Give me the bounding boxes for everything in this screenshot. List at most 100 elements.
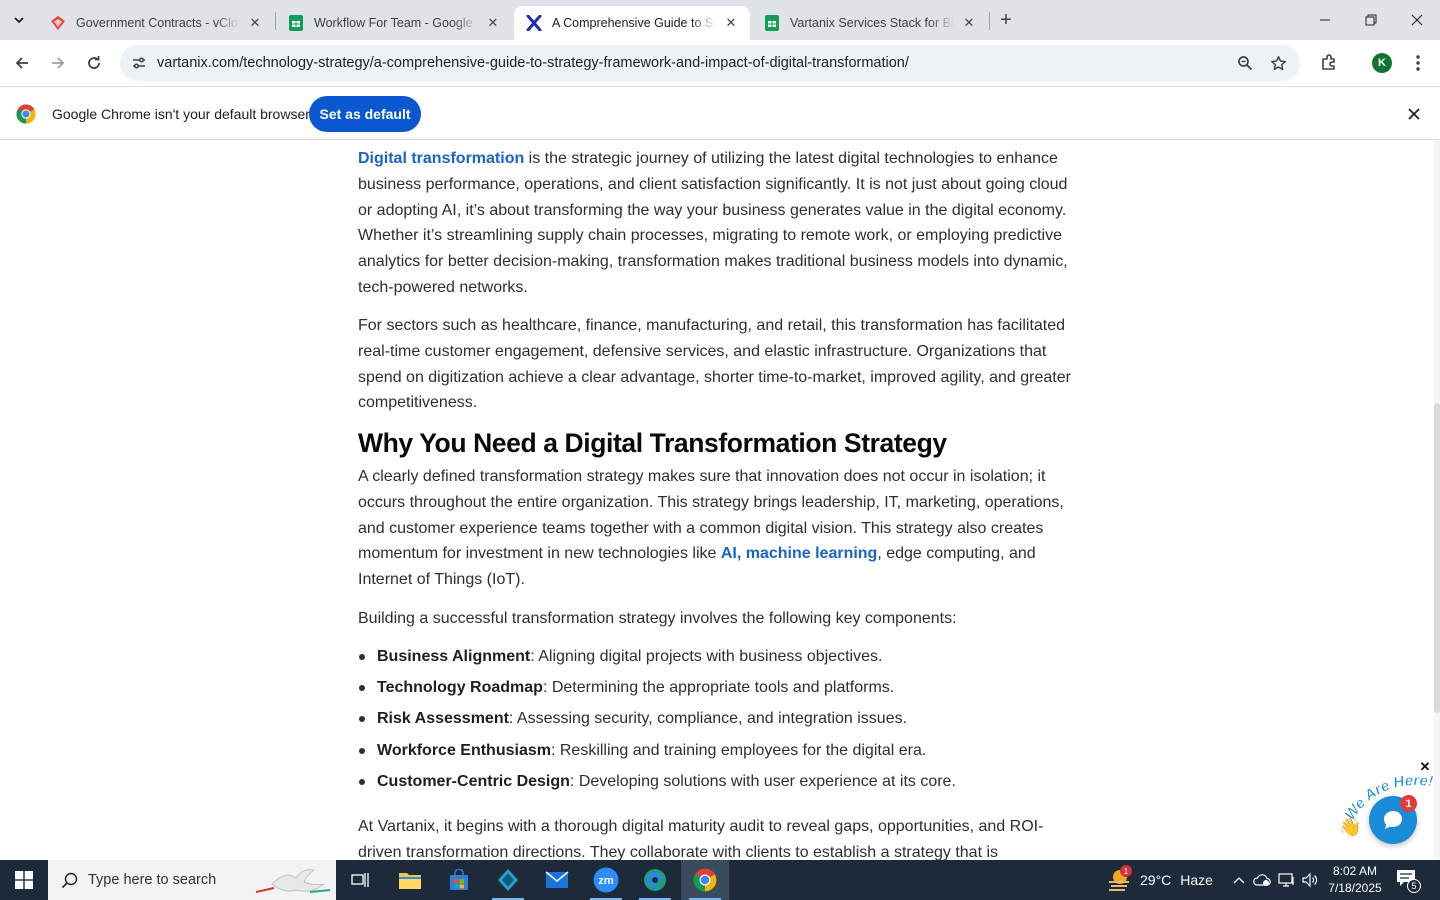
reload-button[interactable] (80, 49, 108, 77)
tab-title: Workflow For Team - Google Sheets (314, 16, 478, 30)
arrow-right-icon (52, 57, 65, 69)
tab-title: Government Contracts - vCloud (76, 16, 240, 30)
start-button[interactable] (0, 860, 48, 900)
components-intro: Building a successful transformation str… (358, 610, 957, 627)
component-term: Customer-Centric Design (377, 772, 570, 790)
search-icon (59, 870, 79, 890)
vcloud-diamond-icon (50, 15, 66, 31)
plus-icon: + (1000, 8, 1012, 31)
restore-button[interactable] (1348, 0, 1394, 40)
component-term: Risk Assessment (377, 710, 509, 728)
page-scrollbar-thumb[interactable] (1434, 403, 1440, 713)
waving-hand-icon: 👋 (1339, 817, 1362, 837)
component-desc: : Aligning digital projects with busines… (530, 648, 883, 665)
back-button[interactable] (8, 49, 36, 77)
intro-paragraph: Digital transformation is the strategic … (358, 146, 1083, 301)
new-tab-button[interactable]: + (994, 8, 1018, 32)
weather-temp: 29°C (1140, 872, 1172, 888)
taskbar-search-box[interactable]: Type here to search (48, 860, 336, 900)
weather-haze-icon: 1 (1106, 865, 1132, 893)
taskbar-zoom[interactable]: zm (582, 860, 630, 900)
weather-condition: Haze (1180, 872, 1213, 888)
svg-text:zm: zm (598, 875, 614, 887)
show-hidden-icons-chevron-up-icon[interactable] (1229, 870, 1249, 890)
browser-toolbar: vartanix.com/technology-strategy/a-compr… (0, 40, 1440, 86)
list-item: Risk Assessment: Assessing security, com… (358, 706, 1083, 737)
tab-comprehensive-guide[interactable]: A Comprehensive Guide to Strategy ✕ (514, 6, 750, 40)
ai-link[interactable]: AI (721, 545, 737, 562)
tab-search-button[interactable] (6, 7, 32, 33)
zoom-app-icon: zm (593, 867, 619, 893)
url-text: vartanix.com/technology-strategy/a-compr… (157, 55, 909, 71)
intro-text: is the strategic journey of utilizing th… (358, 150, 1068, 296)
sectors-paragraph: For sectors such as healthcare, finance,… (358, 317, 1071, 412)
page-scrollbar-track[interactable] (1434, 141, 1440, 860)
taskbar-app-kite[interactable] (484, 860, 532, 900)
restore-icon (1365, 14, 1377, 26)
onedrive-cloud-icon[interactable] (1252, 870, 1272, 890)
component-desc: : Developing solutions with user experie… (569, 772, 956, 790)
windows-logo-icon (15, 871, 33, 889)
vartanix-paragraph: At Vartanix, it begins with a thorough d… (358, 818, 1044, 860)
taskbar-file-explorer[interactable] (386, 860, 434, 900)
component-desc: : Reskilling and training employees for … (550, 741, 927, 759)
tab-government-contracts[interactable]: Government Contracts - vCloud ✕ (38, 6, 274, 40)
notification-count-badge: 5 (1407, 879, 1421, 893)
network-icon[interactable] (1277, 870, 1297, 890)
chat-unread-badge: 1 (1400, 795, 1417, 812)
menu-kebab-icon[interactable] (1405, 50, 1431, 76)
clock-time: 8:02 AM (1332, 864, 1378, 878)
arrow-left-icon (15, 57, 28, 69)
forward-button[interactable] (44, 49, 72, 77)
mail-icon (545, 871, 569, 888)
machine-learning-link[interactable]: machine learning (746, 545, 878, 562)
close-tab-icon[interactable]: ✕ (722, 14, 740, 32)
weather-alert-badge: 1 (1120, 865, 1132, 877)
folder-icon (399, 873, 421, 889)
close-tab-icon[interactable]: ✕ (484, 14, 502, 32)
google-sheets-icon (288, 15, 304, 31)
component-desc: : Determining the appropriate tools and … (542, 679, 895, 697)
close-window-button[interactable] (1394, 0, 1440, 40)
kite-app-icon (498, 869, 518, 891)
close-tab-icon[interactable]: ✕ (246, 14, 264, 32)
tab-vartanix-services-stack[interactable]: Vartanix Services Stack for Blog ✕ (752, 6, 988, 40)
zoom-icon[interactable] (1234, 52, 1256, 74)
taskbar-mail[interactable] (533, 860, 581, 900)
close-tab-icon[interactable]: ✕ (960, 14, 978, 32)
component-term: Business Alignment (377, 648, 531, 665)
chrome-icon (693, 868, 717, 892)
site-info-icon[interactable] (128, 52, 150, 74)
bookmark-star-icon[interactable] (1267, 52, 1289, 74)
list-item: Business Alignment: Aligning digital pro… (358, 644, 1083, 675)
notification-center-button[interactable]: 5 (1396, 869, 1421, 893)
tab-workflow-for-team[interactable]: Workflow For Team - Google Sheets ✕ (276, 6, 512, 40)
extensions-icon[interactable] (1316, 50, 1342, 76)
tab-title: Vartanix Services Stack for Blog (790, 16, 954, 30)
tab-strip: Government Contracts - vCloud ✕ Workflow… (0, 0, 1440, 40)
search-placeholder: Type here to search (88, 872, 217, 888)
digital-transformation-link[interactable]: Digital transformation (358, 150, 524, 167)
list-item: Technology Roadmap: Determining the appr… (358, 675, 1083, 706)
vartanix-x-icon (526, 15, 542, 31)
close-infobar-icon[interactable] (1404, 104, 1424, 124)
component-term: Technology Roadmap (377, 679, 543, 697)
taskbar-microsoft-store[interactable] (435, 860, 483, 900)
taskbar-edge[interactable] (631, 860, 679, 900)
component-term: Workforce Enthusiasm (377, 741, 551, 759)
page-content: Digital transformation is the strategic … (0, 141, 1440, 860)
address-bar[interactable]: vartanix.com/technology-strategy/a-compr… (120, 45, 1300, 81)
list-item: Workforce Enthusiasm: Reskilling and tra… (358, 738, 1083, 769)
reload-icon (88, 56, 100, 69)
volume-icon[interactable] (1300, 870, 1320, 890)
tab-title: A Comprehensive Guide to Strategy (552, 16, 716, 30)
profile-avatar[interactable]: K (1372, 53, 1392, 73)
system-clock[interactable]: 8:02 AM 7/18/2025 (1326, 863, 1384, 897)
strategy-paragraph: A clearly defined transformation strateg… (358, 464, 1083, 593)
set-as-default-button[interactable]: Set as default (309, 96, 421, 132)
minimize-button[interactable] (1302, 0, 1348, 40)
task-view-icon (351, 873, 369, 887)
task-view-button[interactable] (336, 860, 384, 900)
taskbar-chrome[interactable] (681, 860, 729, 900)
weather-widget[interactable]: 1 29°C Haze (1106, 860, 1213, 900)
